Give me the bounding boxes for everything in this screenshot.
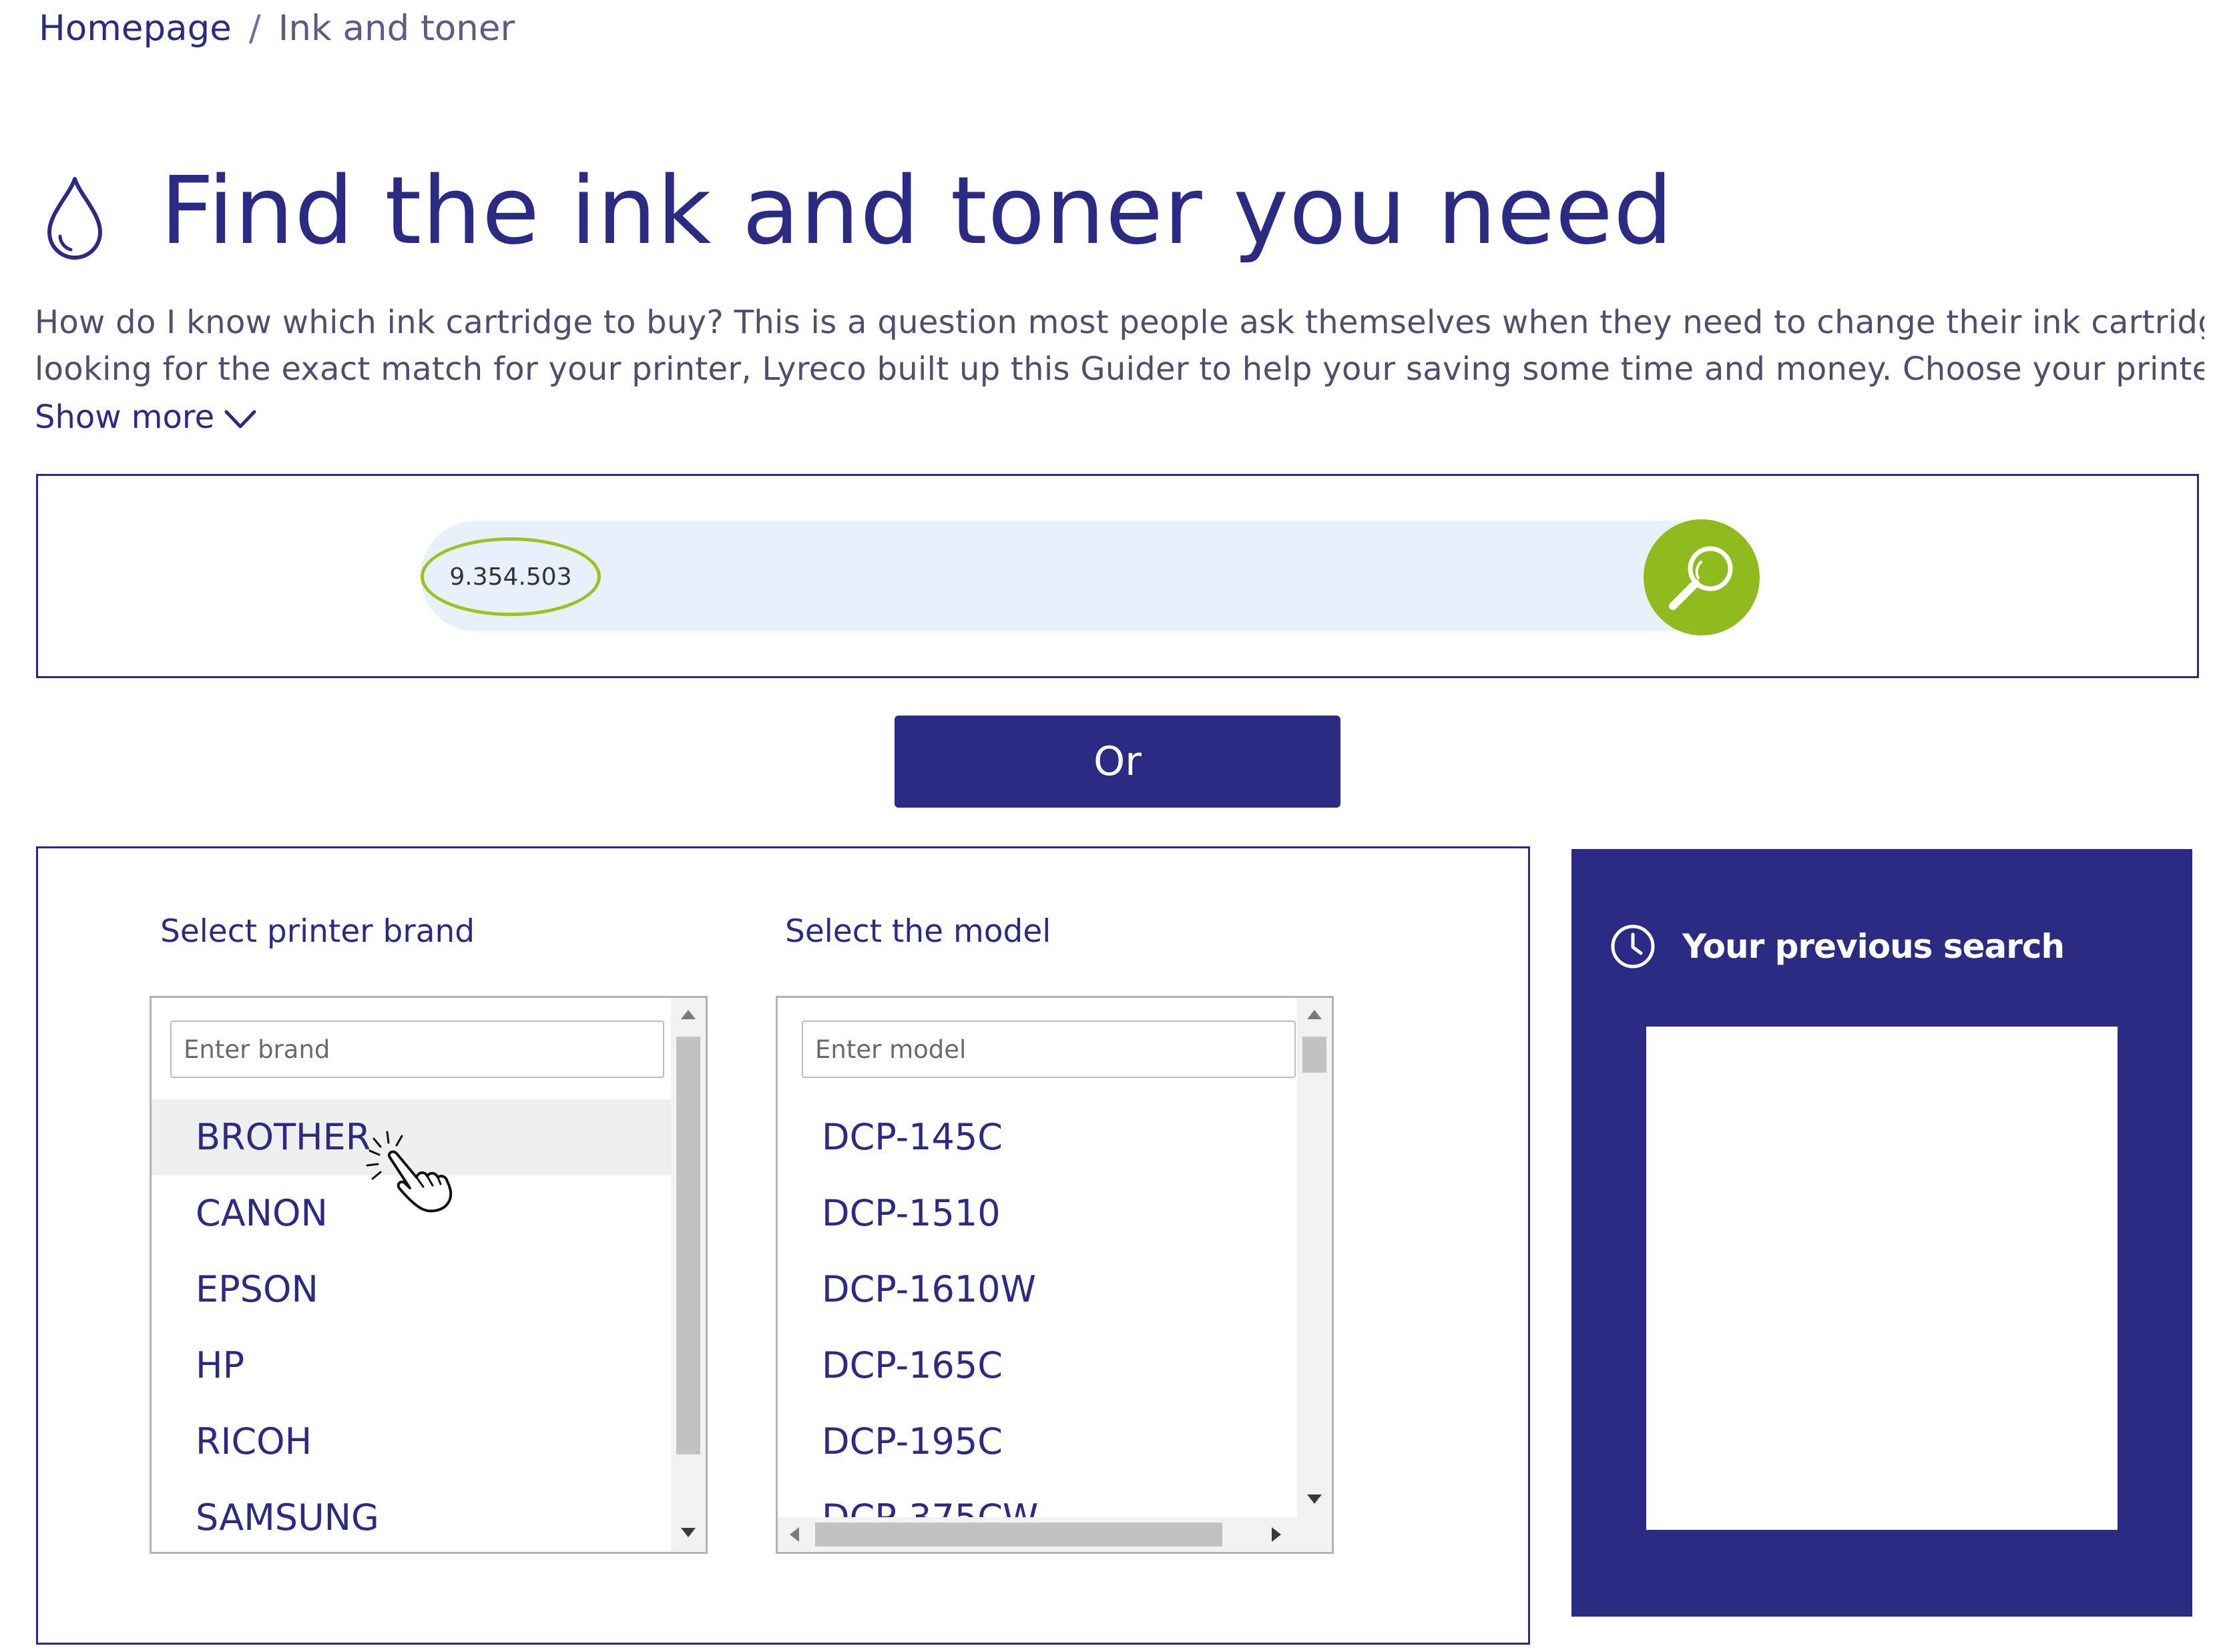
- intro-text-line-2: looking for the exact match for your pri…: [35, 350, 2204, 388]
- model-scrollbar-thumb[interactable]: [1302, 1037, 1326, 1073]
- brand-search-input[interactable]: [170, 1021, 664, 1078]
- model-scrollbar[interactable]: [1297, 998, 1332, 1519]
- model-horizontal-scrollbar-thumb[interactable]: [815, 1523, 1222, 1547]
- scroll-down-arrow-icon[interactable]: [1307, 1494, 1322, 1504]
- breadcrumb: Homepage / Ink and toner: [39, 5, 515, 52]
- brand-option[interactable]: EPSON: [152, 1252, 672, 1328]
- show-more-label: Show more: [35, 398, 215, 436]
- brand-option[interactable]: RICOH: [152, 1404, 672, 1480]
- model-option[interactable]: DCP-195C: [778, 1404, 1298, 1480]
- brand-listbox[interactable]: BROTHER CANON EPSON HP RICOH SAMSUNG: [150, 996, 708, 1554]
- model-listbox[interactable]: DCP-145C DCP-1510 DCP-1610W DCP-165C DCP…: [776, 996, 1334, 1554]
- chevron-down-icon: [224, 410, 256, 429]
- previous-search-title: Your previous search: [1682, 927, 2065, 966]
- brand-option[interactable]: SAMSUNG: [152, 1480, 672, 1552]
- droplet-icon: [47, 177, 102, 260]
- hand-pointer-cursor-icon: [366, 1131, 453, 1213]
- search-bar[interactable]: [421, 521, 1729, 631]
- scroll-up-arrow-icon[interactable]: [681, 1010, 696, 1019]
- show-more-link[interactable]: Show more: [35, 394, 257, 441]
- breadcrumb-current: Ink and toner: [278, 8, 515, 49]
- breadcrumb-home-link[interactable]: Homepage: [39, 8, 232, 49]
- scroll-right-arrow-icon[interactable]: [1272, 1527, 1281, 1542]
- model-option[interactable]: DCP-1610W: [778, 1252, 1298, 1328]
- model-option[interactable]: DCP-1510: [778, 1175, 1298, 1252]
- intro-text-line-1: How do I know which ink cartridge to buy…: [35, 304, 2204, 341]
- magnifier-icon: [1669, 546, 1733, 610]
- scroll-left-arrow-icon[interactable]: [790, 1527, 799, 1542]
- search-button[interactable]: [1644, 519, 1760, 635]
- breadcrumb-separator: /: [248, 8, 261, 49]
- scroll-up-arrow-icon[interactable]: [1307, 1010, 1322, 1019]
- model-option[interactable]: DCP-165C: [778, 1328, 1298, 1404]
- brand-scrollbar[interactable]: [671, 998, 706, 1552]
- previous-search-results: [1646, 1027, 2118, 1530]
- brand-option[interactable]: HP: [152, 1328, 672, 1404]
- scroll-down-arrow-icon[interactable]: [681, 1528, 696, 1537]
- search-input[interactable]: [421, 537, 601, 616]
- model-search-input[interactable]: [802, 1021, 1296, 1078]
- model-label: Select the model: [785, 913, 1051, 950]
- page-title: Find the ink and toner you need: [160, 157, 1674, 266]
- brand-scrollbar-thumb[interactable]: [676, 1037, 700, 1454]
- model-option[interactable]: DCP-145C: [778, 1099, 1298, 1175]
- model-horizontal-scrollbar[interactable]: [778, 1517, 1332, 1552]
- or-button[interactable]: Or: [895, 716, 1340, 808]
- brand-label: Select printer brand: [160, 913, 475, 950]
- clock-icon: [1611, 924, 1655, 969]
